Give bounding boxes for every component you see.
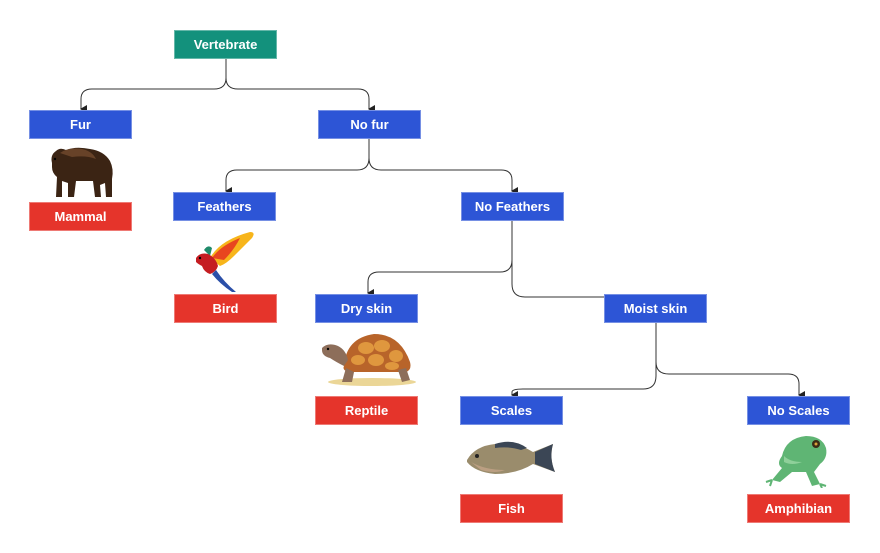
tortoise-image bbox=[322, 334, 416, 386]
node-vertebrate: Vertebrate bbox=[174, 30, 277, 59]
connector-nofeathers-dryskin bbox=[367, 221, 513, 297]
connector-nofur-nofeathers bbox=[368, 139, 518, 195]
class-amphibian: Amphibian bbox=[747, 494, 850, 523]
frog-image bbox=[765, 436, 827, 488]
connectors bbox=[80, 58, 805, 399]
class-bird: Bird bbox=[174, 294, 277, 323]
connector-nofeathers-moistskin bbox=[511, 221, 660, 303]
bear-image bbox=[51, 147, 113, 197]
node-moist-skin: Moist skin bbox=[604, 294, 707, 323]
node-no-scales: No Scales bbox=[747, 396, 850, 425]
node-feathers: Feathers bbox=[173, 192, 276, 221]
connector-moist-noscales bbox=[655, 323, 805, 399]
connector-moist-scales bbox=[511, 323, 657, 399]
connector-vertebrate-fur bbox=[80, 58, 227, 113]
node-no-fur: No fur bbox=[318, 110, 421, 139]
node-fur: Fur bbox=[29, 110, 132, 139]
connector-nofur-feathers bbox=[225, 139, 370, 195]
connector-vertebrate-nofur bbox=[225, 58, 375, 113]
node-scales: Scales bbox=[460, 396, 563, 425]
node-no-feathers: No Feathers bbox=[461, 192, 564, 221]
parrot-image bbox=[196, 232, 254, 292]
fish-image bbox=[467, 441, 555, 474]
class-mammal: Mammal bbox=[29, 202, 132, 231]
node-dry-skin: Dry skin bbox=[315, 294, 418, 323]
class-fish: Fish bbox=[460, 494, 563, 523]
class-reptile: Reptile bbox=[315, 396, 418, 425]
